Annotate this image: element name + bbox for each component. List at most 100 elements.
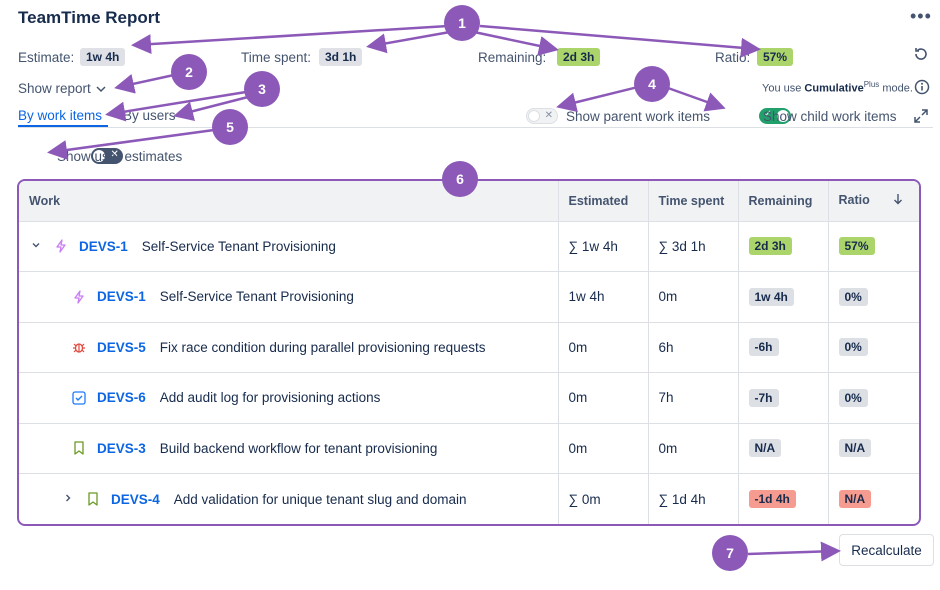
table-row[interactable]: DEVS-1 Self-Service Tenant Provisioning …	[19, 271, 919, 323]
show-report-label: Show report	[18, 81, 91, 96]
chevron-right-icon[interactable]	[61, 492, 75, 506]
time-spent-cell: 6h	[648, 322, 739, 373]
issue-summary: Self-Service Tenant Provisioning	[159, 289, 354, 305]
recalculate-button[interactable]: Recalculate	[839, 534, 934, 566]
chevron-down-icon	[95, 83, 107, 95]
annotation-badge-7: 7	[712, 535, 748, 571]
work-cell: DEVS-4 Add validation for unique tenant …	[19, 473, 559, 524]
table-row[interactable]: DEVS-4 Add validation for unique tenant …	[19, 473, 919, 524]
ratio-badge: 0%	[838, 287, 868, 306]
issue-key-link[interactable]: DEVS-3	[97, 441, 146, 456]
mode-note: You use CumulativePlus mode.	[762, 80, 913, 95]
ratio-badge: 0%	[838, 388, 868, 407]
remaining-cell: 2d 3h	[738, 221, 829, 272]
show-report-toggle[interactable]: Show report	[18, 81, 107, 96]
ratio-badge: 57%	[838, 237, 875, 256]
estimated-cell: 0m	[558, 423, 649, 474]
annotation-badge-6: 6	[442, 161, 478, 197]
active-tab-indicator	[18, 125, 108, 127]
remaining-cell: -6h	[738, 322, 829, 373]
remaining-value-badge: 2d 3h	[557, 48, 601, 66]
time-spent-cell: 0m	[648, 423, 739, 474]
column-header-estimated[interactable]: Estimated	[558, 181, 649, 222]
issue-key-link[interactable]: DEVS-4	[111, 492, 160, 507]
annotation-badge-1: 1	[444, 5, 480, 41]
remaining-badge: -7h	[748, 388, 779, 407]
ratio-value-badge: 57%	[757, 48, 794, 66]
work-cell: DEVS-1 Self-Service Tenant Provisioning	[19, 271, 559, 323]
bug-icon	[71, 339, 87, 355]
ratio-badge: N/A	[838, 490, 872, 508]
issue-key-link[interactable]: DEVS-1	[97, 289, 146, 304]
expand-icon[interactable]	[913, 108, 929, 129]
story-bookmark-icon	[71, 440, 87, 456]
time-spent-cell: 0m	[648, 271, 739, 323]
time-spent-cell: ∑ 3d 1h	[648, 221, 739, 272]
estimated-cell: 0m	[558, 322, 649, 373]
estimated-cell: 0m	[558, 372, 649, 424]
issue-summary: Self-Service Tenant Provisioning	[141, 238, 336, 254]
epic-lightning-icon	[71, 289, 87, 305]
info-icon[interactable]	[914, 79, 930, 100]
column-header-time-spent[interactable]: Time spent	[648, 181, 739, 222]
table-row[interactable]: DEVS-6 Add audit log for provisioning ac…	[19, 372, 919, 424]
ratio-cell: 0%	[828, 372, 919, 424]
work-cell: DEVS-5 Fix race condition during paralle…	[19, 322, 559, 373]
estimated-cell: ∑ 0m	[558, 473, 649, 524]
ratio-cell: 0%	[828, 271, 919, 323]
annotation-badge-2: 2	[171, 54, 207, 90]
task-checkbox-icon	[71, 390, 87, 406]
issue-summary: Add validation for unique tenant slug an…	[173, 491, 467, 507]
annotation-badge-3: 3	[244, 71, 280, 107]
mode-prefix: You use	[762, 82, 802, 95]
show-parent-toggle[interactable]: ✕	[526, 108, 558, 124]
work-cell: DEVS-6 Add audit log for provisioning ac…	[19, 372, 559, 424]
time-spent-value-badge: 3d 1h	[319, 48, 363, 66]
issue-key-link[interactable]: DEVS-6	[97, 390, 146, 405]
tab-by-work-items[interactable]: By work items	[18, 108, 102, 123]
estimate-label: Estimate:	[18, 50, 75, 65]
column-header-ratio[interactable]: Ratio	[828, 181, 919, 222]
remaining-badge: N/A	[748, 439, 782, 458]
ratio-badge: 0%	[838, 338, 868, 357]
time-spent-cell: ∑ 1d 4h	[648, 473, 739, 524]
remaining-cell: -1d 4h	[738, 473, 829, 524]
table-row[interactable]: DEVS-1 Self-Service Tenant Provisioning …	[19, 221, 919, 272]
epic-lightning-icon	[53, 238, 69, 254]
page-title: TeamTime Report	[18, 8, 161, 27]
refresh-icon[interactable]	[913, 46, 929, 67]
annotation-badge-4: 4	[634, 66, 670, 102]
remaining-badge: -1d 4h	[748, 490, 796, 508]
time-spent-cell: 7h	[648, 372, 739, 424]
ratio-cell: 0%	[828, 322, 919, 373]
arrow-down-icon[interactable]	[893, 193, 903, 208]
table-row[interactable]: DEVS-3 Build backend workflow for tenant…	[19, 423, 919, 474]
issue-key-link[interactable]: DEVS-5	[97, 340, 146, 355]
tab-divider	[18, 127, 933, 128]
ratio-cell: 57%	[828, 221, 919, 272]
time-spent-label: Time spent:	[241, 50, 312, 65]
column-header-remaining[interactable]: Remaining	[738, 181, 829, 222]
estimated-cell: ∑ 1w 4h	[558, 221, 649, 272]
ratio-badge: N/A	[838, 439, 872, 458]
mode-name: Cumulative	[804, 82, 864, 95]
annotation-badge-5: 5	[212, 109, 248, 145]
remaining-cell: 1w 4h	[738, 271, 829, 323]
ratio-label: Ratio:	[715, 50, 751, 65]
estimate-value-badge: 1w 4h	[80, 48, 126, 66]
tab-by-users[interactable]: By users	[123, 108, 176, 123]
remaining-label: Remaining:	[478, 50, 547, 65]
show-parent-label: Show parent work items	[566, 109, 711, 124]
table-row[interactable]: DEVS-5 Fix race condition during paralle…	[19, 322, 919, 373]
estimated-cell: 1w 4h	[558, 271, 649, 323]
remaining-badge: -6h	[748, 338, 779, 357]
column-header-work[interactable]: Work	[19, 181, 559, 222]
issue-summary: Build backend workflow for tenant provis…	[159, 440, 438, 456]
mode-superscript: Plus	[863, 80, 880, 89]
ratio-cell: N/A	[828, 423, 919, 474]
show-user-estimates-label: Show user estimates	[57, 149, 183, 164]
more-horizontal-icon[interactable]: •••	[910, 6, 932, 27]
chevron-down-icon[interactable]	[29, 239, 43, 253]
issue-summary: Fix race condition during parallel provi…	[159, 339, 486, 355]
issue-key-link[interactable]: DEVS-1	[79, 239, 128, 254]
